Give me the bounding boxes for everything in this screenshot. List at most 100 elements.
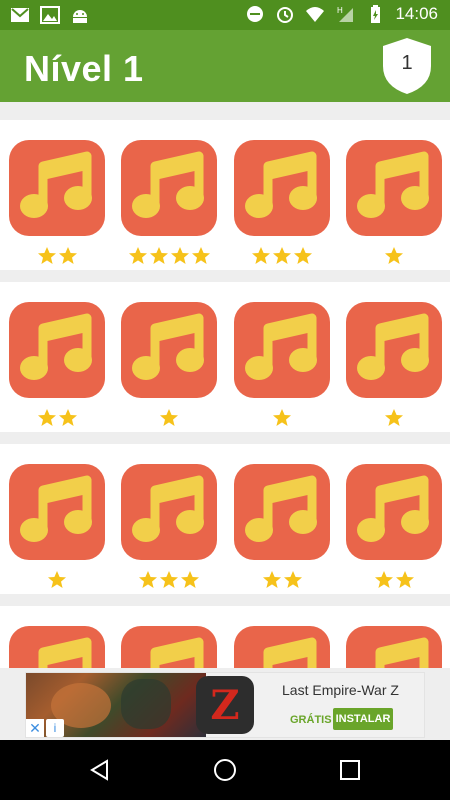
star-rating: [346, 408, 442, 430]
level-row: [0, 120, 450, 270]
level-item[interactable]: [234, 302, 330, 430]
level-grid: [0, 102, 450, 668]
star-icon: [262, 571, 281, 588]
star-icon: [374, 571, 393, 588]
star-icon: [191, 247, 210, 264]
level-tile[interactable]: [346, 302, 442, 398]
star-rating: [346, 246, 442, 268]
level-item[interactable]: [9, 302, 105, 430]
level-badge: 1: [380, 36, 434, 96]
level-row: [0, 444, 450, 594]
star-rating: [9, 246, 105, 268]
music-note-icon: [132, 475, 204, 542]
level-item[interactable]: [346, 464, 442, 592]
star-rating: [9, 570, 105, 592]
battery-charging-icon: [371, 5, 381, 23]
music-note-icon: [150, 637, 204, 668]
level-tile[interactable]: [121, 464, 217, 560]
star-icon: [181, 571, 199, 588]
level-tile[interactable]: [121, 140, 217, 236]
music-note-icon: [357, 313, 429, 380]
level-item[interactable]: [234, 464, 330, 592]
music-note-icon: [263, 637, 317, 668]
star-icon: [160, 571, 178, 588]
ad-app-logo[interactable]: Z: [196, 676, 254, 734]
music-note-icon: [20, 313, 92, 380]
star-icon: [139, 571, 157, 588]
level-tile[interactable]: [9, 140, 105, 236]
music-note-icon: [132, 151, 204, 218]
level-item[interactable]: [9, 140, 105, 268]
music-note-icon: [245, 151, 317, 218]
ad-title[interactable]: Last Empire-War Z: [282, 682, 399, 698]
star-icon: [160, 409, 178, 426]
star-icon: [252, 247, 270, 264]
app-bar: Nível 1 1: [0, 30, 450, 102]
level-item[interactable]: [121, 302, 217, 430]
clock: 14:06: [395, 4, 438, 23]
level-tile[interactable]: [346, 626, 442, 668]
level-item[interactable]: [346, 626, 442, 668]
signal-h-icon: H: [337, 6, 354, 22]
back-icon[interactable]: [88, 758, 112, 782]
star-icon: [395, 571, 414, 588]
star-rating: [121, 570, 217, 592]
ad-banner[interactable]: Z ✕ i Last Empire-War Z GRÁTIS INSTALAR: [25, 672, 425, 738]
ad-info-icon[interactable]: i: [46, 719, 64, 737]
level-tile[interactable]: [9, 464, 105, 560]
level-item[interactable]: [9, 464, 105, 592]
star-rating: [234, 570, 330, 592]
star-icon: [170, 247, 189, 264]
svg-text:H: H: [337, 6, 343, 15]
star-icon: [48, 571, 66, 588]
star-icon: [149, 247, 168, 264]
star-icon: [294, 247, 312, 264]
page-title: Nível 1: [24, 48, 144, 89]
alarm-icon: [277, 7, 294, 23]
music-note-icon: [375, 637, 429, 668]
level-tile[interactable]: [9, 302, 105, 398]
music-note-icon: [38, 637, 92, 668]
level-tile[interactable]: [234, 626, 330, 668]
star-icon: [37, 247, 56, 264]
level-tile[interactable]: [346, 140, 442, 236]
ad-install-button[interactable]: INSTALAR: [333, 708, 393, 730]
home-icon[interactable]: [213, 758, 237, 782]
star-icon: [385, 247, 403, 264]
level-item[interactable]: [121, 140, 217, 268]
level-tile[interactable]: [234, 140, 330, 236]
status-bar: H 14:06: [0, 0, 450, 30]
level-tile[interactable]: [234, 302, 330, 398]
level-item[interactable]: [234, 626, 330, 668]
ad-logo-letter: Z: [210, 682, 240, 729]
level-item[interactable]: [121, 464, 217, 592]
star-icon: [58, 409, 77, 426]
minus-circle-icon: [247, 6, 264, 22]
ad-close-icon[interactable]: ✕: [26, 719, 44, 737]
level-item[interactable]: [346, 140, 442, 268]
recents-icon[interactable]: [338, 758, 362, 782]
star-rating: [346, 570, 442, 592]
ad-price-label: GRÁTIS: [290, 714, 332, 726]
star-icon: [128, 247, 147, 264]
star-rating: [121, 246, 217, 268]
level-row: [0, 606, 450, 668]
gmail-icon: [11, 8, 29, 22]
level-tile[interactable]: [121, 626, 217, 668]
level-item[interactable]: [346, 302, 442, 430]
star-rating: [234, 246, 330, 268]
music-note-icon: [245, 313, 317, 380]
star-icon: [385, 409, 403, 426]
level-item[interactable]: [9, 626, 105, 668]
music-note-icon: [20, 475, 92, 542]
image-icon: [40, 6, 60, 24]
star-rating: [9, 408, 105, 430]
level-tile[interactable]: [346, 464, 442, 560]
star-icon: [37, 409, 56, 426]
navigation-bar: [0, 740, 450, 800]
level-item[interactable]: [121, 626, 217, 668]
level-tile[interactable]: [121, 302, 217, 398]
level-tile[interactable]: [9, 626, 105, 668]
level-item[interactable]: [234, 140, 330, 268]
level-tile[interactable]: [234, 464, 330, 560]
